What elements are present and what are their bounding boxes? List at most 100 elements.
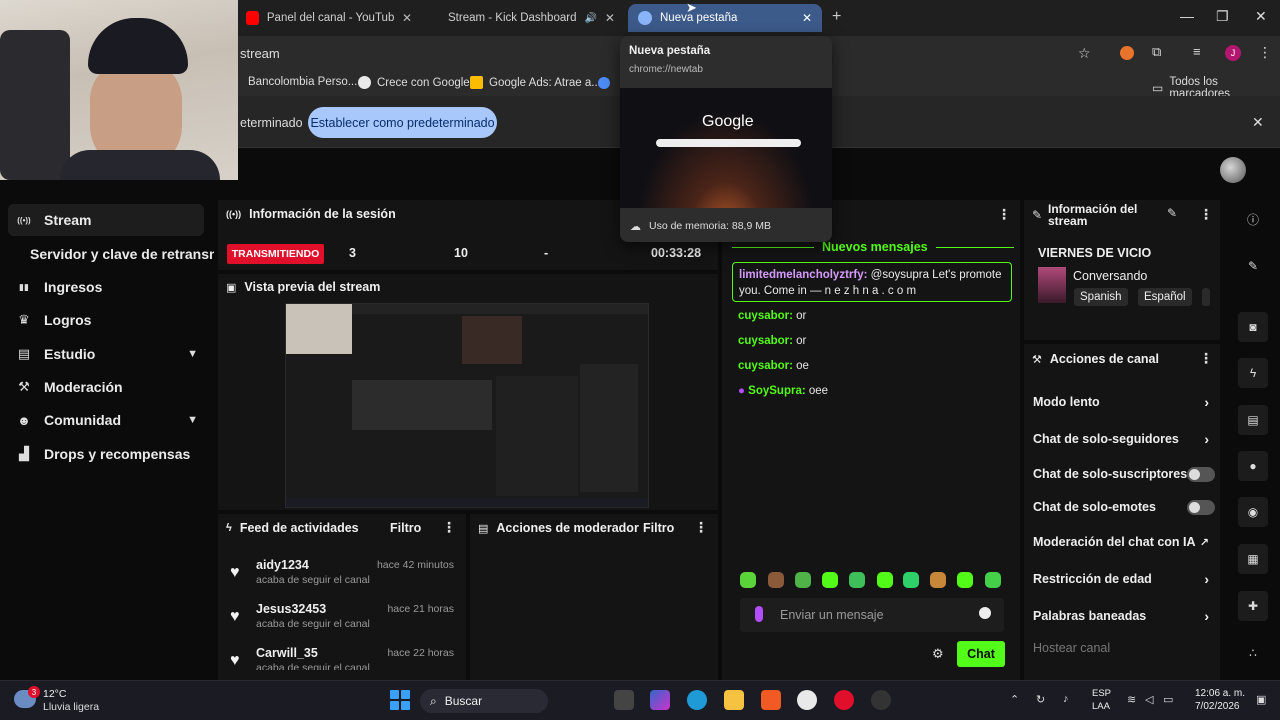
emote-icon[interactable] [957,572,973,588]
share-icon[interactable]: ∴ [1238,638,1268,668]
extensions-puzzle-icon[interactable]: ⧉ [1152,44,1161,60]
tab-new-tab[interactable]: Nueva pestaña ✕ [628,4,822,32]
emoji-icon[interactable] [979,607,991,619]
sidebar-item-comunidad[interactable]: ☻ Comunidad ▼ [8,404,204,436]
extension-icon[interactable] [1120,46,1134,60]
browser-menu-icon[interactable]: ⋮ [1258,44,1272,61]
new-messages-label[interactable]: Nuevos mensajes [814,240,936,254]
file-explorer-icon[interactable] [724,690,744,710]
close-tab-icon[interactable]: ✕ [802,11,812,25]
emote-icon[interactable] [795,572,811,588]
moderator-filter-button[interactable]: Filtro [643,521,674,535]
emote-icon[interactable] [903,572,919,588]
chat-bubble-icon[interactable]: ● [1238,451,1268,481]
sidebar-item-logros[interactable]: ♛ Logros [8,304,204,336]
feed-filter-button[interactable]: Filtro [390,521,421,535]
emote-icon[interactable] [740,572,756,588]
feed-user[interactable]: Carwill_35 [256,646,318,660]
action-ai-moderation[interactable]: Moderación del chat con IA ↗ [1033,535,1215,549]
emote-icon[interactable] [822,572,838,588]
taskbar-search[interactable]: ⌕ Buscar [420,689,548,713]
tag-chip-overflow[interactable] [1202,288,1210,306]
battery-icon[interactable]: ▭ [1163,693,1173,706]
clock-date[interactable]: 7/02/2026 [1195,701,1240,712]
sidebar-item-server-key[interactable]: Servidor y clave de retransm [8,238,214,270]
new-tab-button[interactable]: + [832,8,841,26]
chevron-down-icon[interactable]: ▼ [187,414,198,426]
broadcast-icon[interactable]: ◉ [1238,497,1268,527]
chat-username[interactable]: SoySupra: [748,385,806,397]
moderator-more-icon[interactable]: ⋮ [694,519,708,536]
star-bookmark-icon[interactable]: ☆ [1078,45,1091,62]
wifi-icon[interactable]: ≋ [1127,693,1136,706]
pencil-icon[interactable]: ✎ [1238,251,1268,281]
sidebar-item-ingresos[interactable]: ▮▮ Ingresos [8,271,204,303]
audio-playing-icon[interactable]: 🔊 [584,13,596,24]
chrome-taskbar-icon[interactable] [797,690,817,710]
tray-language[interactable]: ESP [1092,688,1111,699]
stream-info-more-icon[interactable]: ⋮ [1199,206,1213,223]
info-icon[interactable]: ⓘ [1238,204,1268,234]
chat-username[interactable]: limitedmelancholyztrfy: [739,269,867,281]
edit-pencil-icon[interactable]: ✎ [1167,206,1177,220]
chat-settings-gear-icon[interactable]: ⚙ [932,646,944,662]
weather-temperature[interactable]: 12°C [43,688,66,700]
action-emotes-only[interactable]: Chat de solo-emotes [1033,500,1215,515]
obs-icon[interactable] [871,690,891,710]
stream-category[interactable]: Conversando [1073,269,1147,283]
user-avatar[interactable] [1220,157,1246,183]
task-view-icon[interactable] [614,690,634,710]
bookmark-icon[interactable] [598,77,610,89]
tray-keyboard-layout[interactable]: LAA [1092,701,1110,712]
media-control-icon[interactable]: ≡ [1193,44,1201,59]
bookmark-crece-con-google[interactable]: Crece con Google [358,76,470,89]
chevron-down-icon[interactable]: ▼ [187,348,198,360]
sidebar-item-stream[interactable]: ((•)) Stream [8,204,204,236]
action-slow-mode[interactable]: Modo lento › [1033,394,1215,410]
chat-username[interactable]: cuysabor: [738,335,793,347]
channel-actions-more-icon[interactable]: ⋮ [1199,350,1213,367]
emote-icon[interactable] [768,572,784,588]
sidebar-item-drops[interactable]: ▟ Drops y recompensas [8,438,204,470]
bolt-icon[interactable]: ϟ [1238,358,1268,388]
wrench-icon[interactable]: ✚ [1238,591,1268,621]
maximize-button[interactable]: ❐ [1216,8,1229,25]
feed-more-icon[interactable]: ⋮ [442,519,456,536]
emote-icon[interactable] [930,572,946,588]
set-default-button[interactable]: Establecer como predeterminado [308,107,497,138]
minimize-button[interactable]: — [1180,8,1194,24]
brave-icon[interactable] [761,690,781,710]
camera-icon[interactable]: ◙ [1238,312,1268,342]
infobar-close-icon[interactable]: ✕ [1252,114,1264,131]
chat-username[interactable]: cuysabor: [738,310,793,322]
tab-kick-dashboard[interactable]: Stream - Kick Dashboard 🔊 ✕ [430,4,620,32]
tab-youtube-studio[interactable]: Panel del canal - YouTube Studi ✕ [236,4,422,32]
bookmark-google-ads[interactable]: Google Ads: Atrae a... [470,76,601,89]
edge-icon[interactable] [687,690,707,710]
tray-mic-icon[interactable]: ♪ [1063,693,1069,705]
profile-avatar[interactable]: J [1225,45,1241,61]
category-thumbnail[interactable] [1038,267,1066,303]
close-tab-icon[interactable]: ✕ [402,11,412,25]
close-tab-icon[interactable]: ✕ [605,11,615,25]
chat-username[interactable]: cuysabor: [738,360,793,372]
windows-start-icon[interactable] [390,690,410,710]
chat-send-button[interactable]: Chat [957,641,1005,667]
tag-chip[interactable]: Español [1138,288,1192,306]
sidebar-item-estudio[interactable]: ▤ Estudio ▼ [8,338,204,370]
chat-input-placeholder[interactable]: Enviar un mensaje [780,608,884,622]
weather-description[interactable]: Lluvia ligera [43,701,99,713]
feed-user[interactable]: aidy1234 [256,558,309,572]
document-icon[interactable]: ▤ [1238,405,1268,435]
emote-icon[interactable] [985,572,1001,588]
clock-time[interactable]: 12:06 a. m. [1195,688,1245,699]
bookmark-bancolombia[interactable]: Bancolombia Perso... [248,76,357,88]
tray-sync-icon[interactable]: ↻ [1036,693,1045,706]
volume-icon[interactable]: ◁ [1145,693,1153,706]
copilot-icon[interactable] [650,690,670,710]
tag-chip[interactable]: Spanish [1074,288,1128,306]
subscribers-only-toggle[interactable] [1187,467,1215,482]
address-bar-url[interactable]: stream [240,46,280,61]
tray-chevron-up-icon[interactable]: ⌃ [1010,693,1019,706]
emotes-only-toggle[interactable] [1187,500,1215,515]
